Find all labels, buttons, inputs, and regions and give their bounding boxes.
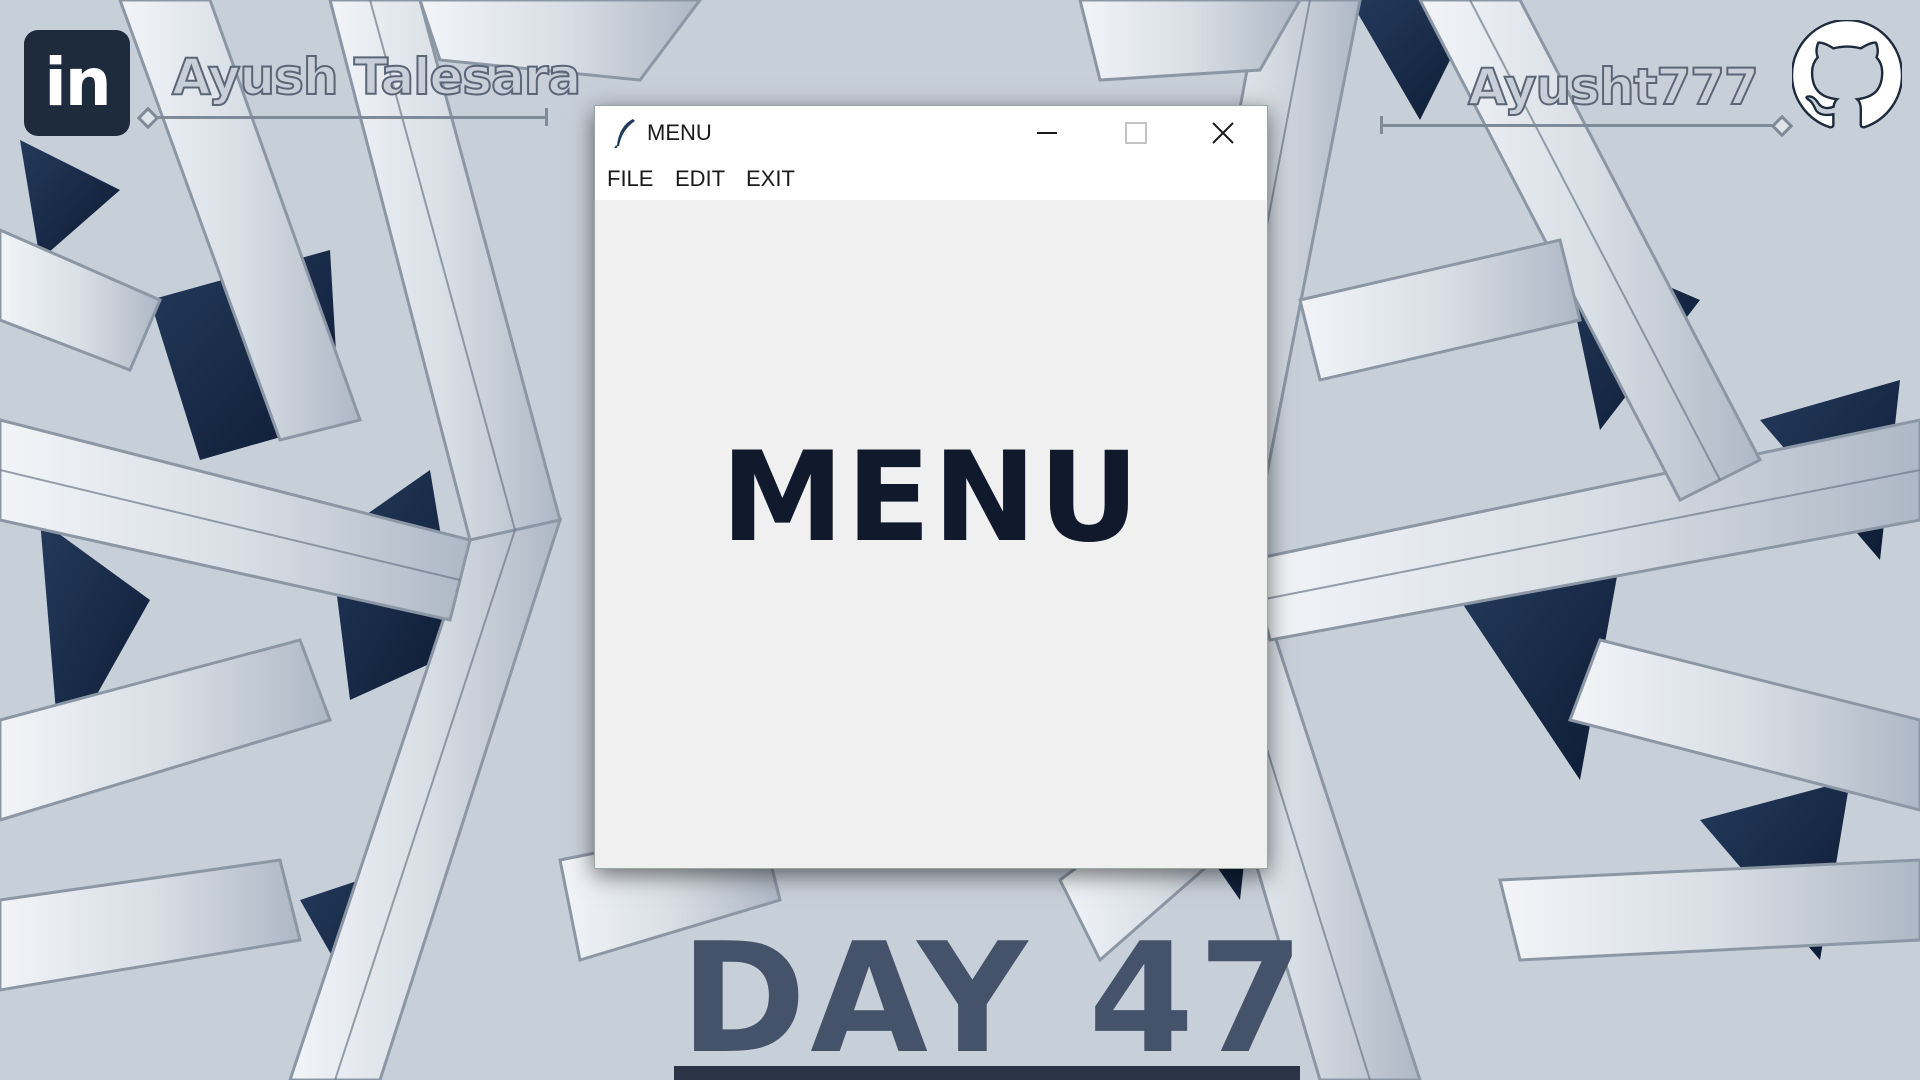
linkedin-name: Ayush Talesara: [171, 47, 582, 107]
close-button[interactable]: [1179, 106, 1267, 160]
github-underline: [1380, 116, 1784, 134]
menu-file[interactable]: FILE: [607, 166, 653, 192]
linkedin-glyph: in: [44, 44, 112, 121]
feather-icon: [613, 118, 637, 149]
menu-edit[interactable]: EDIT: [675, 166, 725, 192]
github-name: Ayusht777: [1467, 57, 1760, 117]
minimize-button[interactable]: [1003, 106, 1091, 160]
menu-bar: FILE EDIT EXIT: [595, 160, 1267, 200]
close-icon: [1212, 122, 1234, 144]
day-caption: DAY 47: [680, 910, 1308, 1080]
window-body-label: MENU: [720, 426, 1142, 570]
github-icon[interactable]: [1790, 18, 1904, 130]
window-titlebar[interactable]: MENU: [595, 106, 1267, 160]
app-window: MENU FILE EDIT EXIT MENU: [594, 105, 1268, 869]
menu-exit[interactable]: EXIT: [746, 166, 795, 192]
window-title: MENU: [647, 120, 712, 145]
day-underline: [674, 1066, 1300, 1080]
minimize-icon: [1037, 132, 1057, 134]
linkedin-underline: [146, 108, 548, 126]
maximize-button[interactable]: [1092, 106, 1180, 160]
maximize-icon: [1125, 122, 1147, 144]
linkedin-icon[interactable]: in: [24, 30, 130, 136]
